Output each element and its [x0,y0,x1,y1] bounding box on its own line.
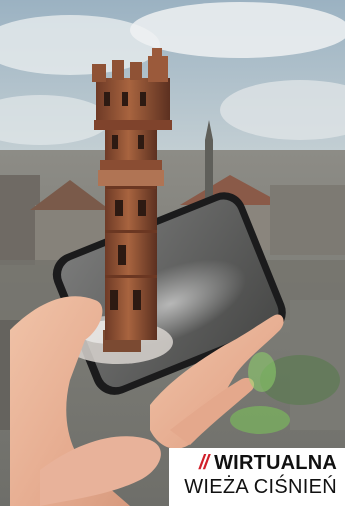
caption-box: //WIRTUALNA WIEŻA CIŚNIEŃ [169,448,345,506]
caption-word-wirtualna: WIRTUALNA [214,452,337,474]
caption-line-2: WIEŻA CIŚNIEŃ [184,476,337,498]
caption-line-1: //WIRTUALNA [199,452,337,474]
promo-photo [0,0,345,506]
red-slashes: // [198,452,209,474]
